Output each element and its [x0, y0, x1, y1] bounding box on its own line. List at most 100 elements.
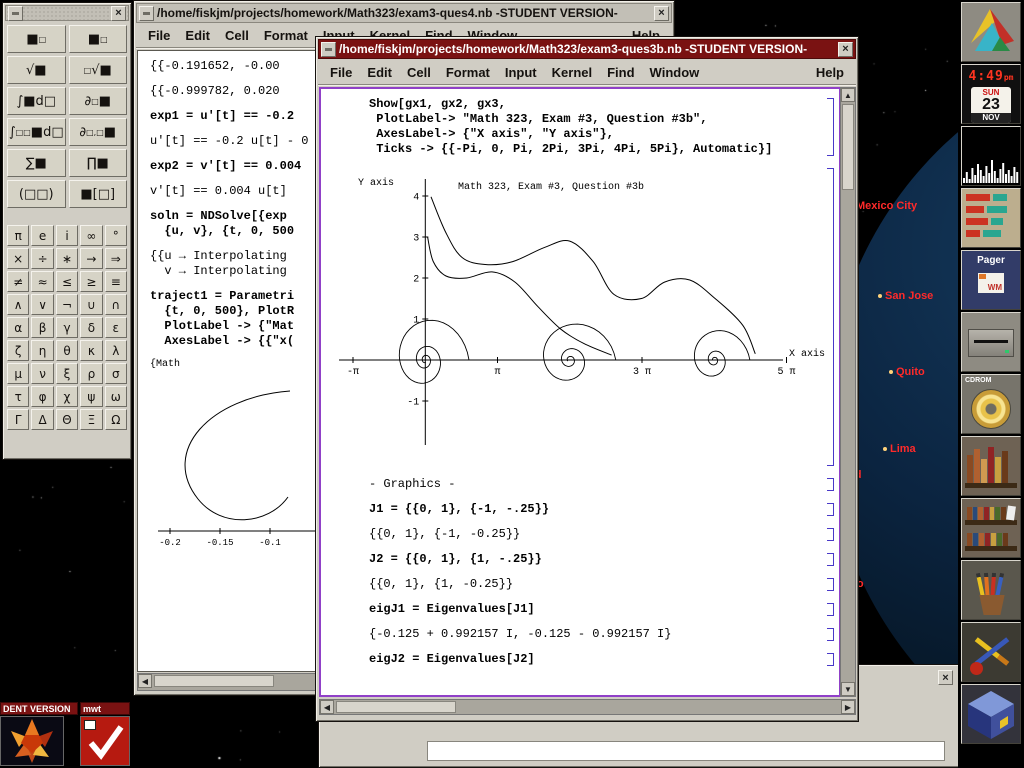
front-menu-window[interactable]: Window [650, 65, 700, 80]
scrollbar-thumb[interactable] [154, 675, 274, 687]
mathematica-spikey-icon[interactable] [0, 716, 64, 766]
back-menu-file[interactable]: File [148, 28, 170, 43]
palette-symbol-44[interactable]: Ω [105, 409, 127, 430]
palette-symbol-38[interactable]: ψ [80, 386, 102, 407]
notebook-cell[interactable]: {{0, 1}, {1, -0.25}} [333, 577, 837, 592]
cell-content[interactable]: J2 = {{0, 1}, {1, -.25}} [369, 552, 822, 567]
palette-button-nth-root[interactable]: □√■ [69, 56, 128, 84]
palette-symbol-25[interactable]: ζ [7, 340, 29, 361]
cell-bracket[interactable] [827, 168, 834, 466]
checkmark-icon[interactable] [80, 716, 130, 766]
cell-bracket[interactable] [827, 628, 834, 641]
palette-symbol-1[interactable]: e [31, 225, 53, 246]
palette-symbol-8[interactable]: → [80, 248, 102, 269]
cell-bracket[interactable] [827, 553, 834, 566]
palette-symbol-20[interactable]: α [7, 317, 29, 338]
cell-bracket[interactable] [827, 503, 834, 516]
palette-symbol-24[interactable]: ε [105, 317, 127, 338]
notebook-cell[interactable]: J1 = {{0, 1}, {-1, -.25}} [333, 502, 837, 517]
scrollbar-thumb[interactable] [842, 104, 854, 190]
net-meter-tile[interactable] [961, 188, 1021, 248]
palette-symbol-9[interactable]: ⇒ [105, 248, 127, 269]
palette-button-bracket[interactable]: ■[□] [69, 180, 128, 208]
cell-bracket[interactable] [827, 528, 834, 541]
cdrom-tile[interactable]: CDROM [961, 374, 1021, 434]
notebook-cell[interactable]: eigJ2 = Eigenvalues[J2] [333, 652, 837, 667]
clock-tile[interactable]: 4:49pmSUN23NOV [961, 64, 1021, 124]
palette-symbol-27[interactable]: θ [56, 340, 78, 361]
palette-symbol-7[interactable]: ∗ [56, 248, 78, 269]
palette-symbol-17[interactable]: ¬ [56, 294, 78, 315]
close-icon[interactable]: × [654, 6, 669, 21]
cell-bracket[interactable] [827, 653, 834, 666]
cell-content[interactable]: - Graphics - [369, 477, 822, 492]
back-menu-edit[interactable]: Edit [185, 28, 210, 43]
front-menu-find[interactable]: Find [607, 65, 634, 80]
palette-symbol-0[interactable]: π [7, 225, 29, 246]
wharf-logo-tile[interactable] [961, 2, 1021, 62]
front-menu-input[interactable]: Input [505, 65, 537, 80]
notebook-cell[interactable]: -ππ3 π5 π-11234Math 323, Exam #3, Questi… [333, 167, 837, 467]
palette-symbol-3[interactable]: ∞ [80, 225, 102, 246]
cell-content[interactable]: Show[gx1, gx2, gx3, PlotLabel-> "Math 32… [369, 97, 822, 157]
pencil-cup-tile[interactable] [961, 560, 1021, 620]
palette-symbol-29[interactable]: λ [105, 340, 127, 361]
palette-symbol-30[interactable]: μ [7, 363, 29, 384]
palette-button-matrix[interactable]: (□□) [7, 180, 66, 208]
palette-symbol-22[interactable]: γ [56, 317, 78, 338]
palette-symbol-28[interactable]: κ [80, 340, 102, 361]
palette-button-integral[interactable]: ∫■d□ [7, 87, 66, 115]
cell-bracket[interactable] [827, 98, 834, 156]
window-menu-icon[interactable] [139, 6, 154, 21]
notebook-cell[interactable]: eigJ1 = Eigenvalues[J1] [333, 602, 837, 617]
palette-symbol-31[interactable]: ν [31, 363, 53, 384]
palette-symbol-39[interactable]: ω [105, 386, 127, 407]
cell-bracket[interactable] [827, 578, 834, 591]
scroll-left-icon[interactable]: ◀ [320, 700, 334, 714]
library-tile[interactable] [961, 498, 1021, 558]
front-menu-edit[interactable]: Edit [367, 65, 392, 80]
cell-bracket[interactable] [827, 478, 834, 491]
pager-tile[interactable]: PagerWM [961, 250, 1021, 310]
palette-button-definite-integral[interactable]: ∫□□■d□ [7, 118, 66, 146]
palette-symbol-2[interactable]: i [56, 225, 78, 246]
palette-button-partial[interactable]: ∂□■ [69, 87, 128, 115]
scroll-up-icon[interactable]: ▲ [841, 88, 855, 102]
front-menu-cell[interactable]: Cell [407, 65, 431, 80]
palette-button-second-partial[interactable]: ∂□,□■ [69, 118, 128, 146]
palette-button-sqrt[interactable]: √■ [7, 56, 66, 84]
front-window-titlebar[interactable]: /home/fiskjm/projects/homework/Math323/e… [318, 39, 856, 59]
palette-symbol-6[interactable]: ÷ [31, 248, 53, 269]
close-icon[interactable]: × [938, 670, 953, 685]
front-menu-kernel[interactable]: Kernel [552, 65, 592, 80]
window-menu-icon[interactable] [8, 6, 23, 21]
palette-button-sum[interactable]: ∑■ [7, 149, 66, 177]
pager-mini-window[interactable]: WM [978, 273, 1004, 293]
notebook-cell[interactable]: J2 = {{0, 1}, {1, -.25}} [333, 552, 837, 567]
palette-symbol-34[interactable]: σ [105, 363, 127, 384]
art-tools-tile[interactable] [961, 622, 1021, 682]
palette-symbol-4[interactable]: ° [105, 225, 127, 246]
palette-symbol-26[interactable]: η [31, 340, 53, 361]
palette-symbol-12[interactable]: ≤ [56, 271, 78, 292]
palette-symbol-33[interactable]: ρ [80, 363, 102, 384]
back-menu-cell[interactable]: Cell [225, 28, 249, 43]
palette-symbol-37[interactable]: χ [56, 386, 78, 407]
palette-symbol-35[interactable]: τ [7, 386, 29, 407]
palette-symbol-10[interactable]: ≠ [7, 271, 29, 292]
palette-symbol-41[interactable]: Δ [31, 409, 53, 430]
cell-content[interactable]: {-0.125 + 0.992157 I, -0.125 - 0.992157 … [369, 627, 822, 642]
palette-symbol-42[interactable]: Θ [56, 409, 78, 430]
notebook-cell[interactable]: {-0.125 + 0.992157 I, -0.125 - 0.992157 … [333, 627, 837, 642]
palette-symbol-43[interactable]: Ξ [80, 409, 102, 430]
palette-symbol-23[interactable]: δ [80, 317, 102, 338]
back-menu-format[interactable]: Format [264, 28, 308, 43]
scroll-right-icon[interactable]: ▶ [841, 700, 855, 714]
notebook-cell[interactable]: - Graphics - [333, 477, 837, 492]
palette-symbol-5[interactable]: × [7, 248, 29, 269]
palette-symbol-19[interactable]: ∩ [105, 294, 127, 315]
palette-symbol-36[interactable]: φ [31, 386, 53, 407]
palette-symbol-13[interactable]: ≥ [80, 271, 102, 292]
palette-symbol-21[interactable]: β [31, 317, 53, 338]
scrollbar-thumb[interactable] [336, 701, 456, 713]
